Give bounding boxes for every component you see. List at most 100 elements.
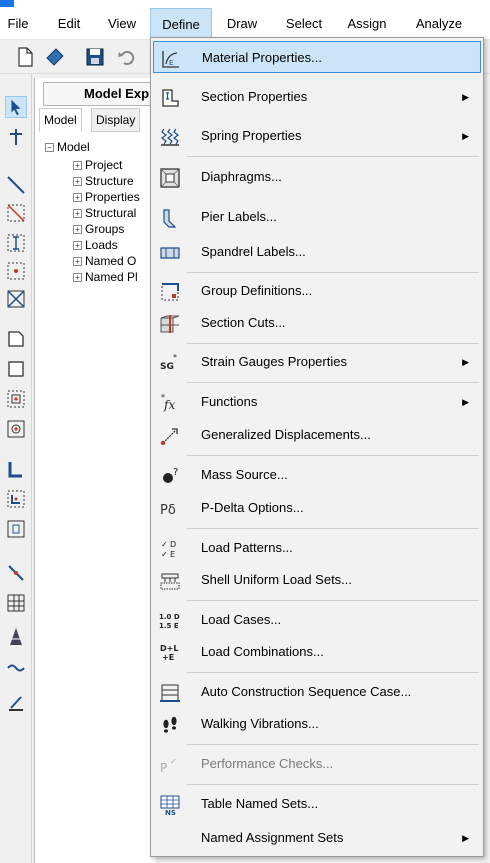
menu-analyze[interactable]: Analyze	[406, 8, 472, 40]
load-cases-icon: 1.0 D 1.5 E	[159, 613, 180, 630]
menu-item-load-cases[interactable]: 1.0 D 1.5 E Load Cases...	[153, 604, 481, 636]
menu-define[interactable]: Define	[150, 8, 212, 40]
open-model-icon[interactable]	[44, 46, 66, 68]
expand-icon[interactable]: +	[73, 273, 82, 283]
menu-item-label: Diaphragms...	[201, 169, 282, 184]
tab-display[interactable]: Display	[91, 108, 141, 132]
draw-opening-icon[interactable]	[5, 418, 27, 440]
menu-item-shell-uniform-load-sets[interactable]: Shell Uniform Load Sets...	[153, 564, 481, 596]
pier-labels-icon	[163, 209, 177, 228]
tree-item[interactable]: + Project	[73, 158, 122, 172]
menu-item-load-combinations[interactable]: D+L +E Load Combinations...	[153, 636, 481, 668]
draw-dimension-icon[interactable]	[5, 692, 27, 714]
menu-item-p-delta[interactable]: Pδ P-Delta Options...	[153, 492, 481, 524]
draw-slab-icon[interactable]	[5, 518, 27, 540]
expand-icon[interactable]: +	[73, 161, 82, 171]
menu-select[interactable]: Select	[278, 8, 330, 40]
expand-icon[interactable]: +	[73, 193, 82, 203]
submenu-arrow-icon: ▶	[462, 397, 469, 407]
menu-item-label: Functions	[201, 394, 258, 409]
svg-text:+E: +E	[162, 653, 174, 662]
shell-uniform-load-sets-icon	[160, 573, 180, 590]
draw-frame-icon[interactable]	[5, 174, 27, 196]
menu-item-mass-source[interactable]: ? Mass Source...	[153, 459, 481, 491]
performance-checks-icon: P ✓	[160, 757, 177, 775]
tree-item[interactable]: + Named O	[73, 254, 136, 268]
menu-item-table-named-sets[interactable]: NS Table Named Sets...	[153, 788, 481, 820]
menu-item-label: Spring Properties	[201, 128, 302, 143]
draw-area-click-icon[interactable]	[5, 388, 27, 410]
expand-icon[interactable]: +	[73, 177, 82, 187]
menu-item-generalized-displacements[interactable]: Generalized Displacements...	[153, 419, 481, 451]
draw-floor-icon[interactable]	[5, 328, 27, 350]
svg-text:✓: ✓	[161, 550, 168, 559]
menu-item-spring-properties[interactable]: Spring Properties ▶	[153, 120, 481, 152]
menu-item-group-definitions[interactable]: Group Definitions...	[153, 275, 481, 307]
spandrel-labels-icon	[160, 247, 180, 259]
draw-rect-area-icon[interactable]	[5, 358, 27, 380]
group-definitions-icon	[161, 283, 179, 301]
menu-item-label: Load Cases...	[201, 612, 282, 627]
draw-wall-click-icon[interactable]	[5, 488, 27, 510]
menu-separator	[187, 343, 479, 344]
menu-item-label: Material Properties...	[202, 50, 322, 65]
draw-link-icon[interactable]	[5, 562, 27, 584]
menu-edit[interactable]: Edit	[49, 8, 89, 40]
menu-file[interactable]: File	[0, 8, 36, 40]
menu-assign[interactable]: Assign	[340, 8, 394, 40]
tree-item[interactable]: + Structure	[73, 174, 134, 188]
tree-item[interactable]: + Loads	[73, 238, 118, 252]
menu-item-walking-vibrations[interactable]: Walking Vibrations...	[153, 708, 481, 740]
tree-item[interactable]: + Named Pl	[73, 270, 138, 284]
draw-joint-icon[interactable]	[5, 126, 27, 148]
menu-bar: File Edit View Define Draw Select Assign…	[0, 8, 490, 40]
expand-icon[interactable]: +	[73, 241, 82, 251]
tree-item[interactable]: + Structural	[73, 206, 136, 220]
tree-item[interactable]: + Groups	[73, 222, 124, 236]
menu-item-load-patterns[interactable]: ✓ D ✓ E Load Patterns...	[153, 532, 481, 564]
draw-column-icon[interactable]	[5, 232, 27, 254]
pointer-icon[interactable]	[5, 96, 27, 118]
draw-wall-icon[interactable]	[5, 458, 27, 480]
draw-stair-icon[interactable]	[5, 626, 27, 648]
menu-item-spandrel-labels[interactable]: Spandrel Labels...	[153, 236, 481, 268]
load-combinations-icon: D+L +E	[160, 644, 178, 662]
menu-item-pier-labels[interactable]: Pier Labels...	[153, 201, 481, 233]
draw-grid-icon[interactable]	[5, 592, 27, 614]
menu-item-label: Mass Source...	[201, 467, 288, 482]
menu-item-section-properties[interactable]: Section Properties ▶	[153, 81, 481, 113]
svg-text:?: ?	[173, 467, 178, 478]
draw-beam-icon[interactable]	[5, 260, 27, 282]
save-icon[interactable]	[84, 46, 106, 68]
spring-properties-icon	[161, 128, 179, 146]
tree-item[interactable]: + Properties	[73, 190, 140, 204]
menu-item-diaphragms[interactable]: Diaphragms...	[153, 161, 481, 193]
draw-x-brace-icon[interactable]	[5, 288, 27, 310]
svg-text:D+L: D+L	[160, 644, 178, 653]
draw-tendon-icon[interactable]	[5, 656, 27, 678]
tree-root[interactable]: − Model	[45, 140, 90, 154]
svg-text:NS: NS	[165, 809, 176, 816]
expand-icon[interactable]: +	[73, 209, 82, 219]
new-model-icon[interactable]	[14, 46, 36, 68]
undo-icon[interactable]	[116, 46, 138, 68]
expand-icon[interactable]: +	[73, 225, 82, 235]
menu-item-functions[interactable]: * fx Functions ▶	[153, 386, 481, 418]
expand-icon[interactable]: +	[73, 257, 82, 267]
menu-item-auto-construction-sequence[interactable]: Auto Construction Sequence Case...	[153, 676, 481, 708]
mass-source-icon: ?	[163, 467, 178, 483]
menu-item-label: Shell Uniform Load Sets...	[201, 572, 353, 587]
svg-text:1.5 E: 1.5 E	[159, 622, 179, 630]
menu-item-named-assignment-sets[interactable]: Named Assignment Sets ▶	[153, 822, 481, 854]
menu-item-material-properties[interactable]: E Material Properties...	[153, 41, 481, 73]
menu-view[interactable]: View	[100, 8, 144, 40]
menu-item-label: Load Combinations...	[201, 644, 324, 659]
tab-model[interactable]: Model	[39, 108, 82, 132]
diaphragms-icon	[160, 168, 180, 188]
menu-item-label: Table Named Sets...	[201, 796, 319, 811]
collapse-icon[interactable]: −	[45, 143, 54, 153]
menu-item-strain-gauges[interactable]: SG * Strain Gauges Properties ▶	[153, 346, 481, 378]
draw-brace-icon[interactable]	[5, 202, 27, 224]
menu-item-section-cuts[interactable]: Section Cuts...	[153, 307, 481, 339]
menu-draw[interactable]: Draw	[220, 8, 264, 40]
